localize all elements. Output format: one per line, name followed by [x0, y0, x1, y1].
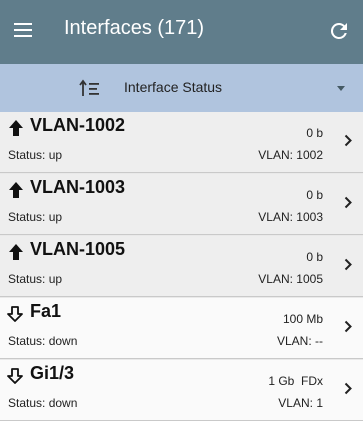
interface-rate: 0 b — [306, 188, 323, 202]
sort-bar[interactable]: Interface Status — [0, 64, 363, 112]
interface-name: VLAN-1002 — [30, 115, 126, 135]
interface-name: VLAN-1003 — [30, 177, 126, 197]
chevron-right-icon — [344, 382, 352, 395]
interface-status: Status: up — [8, 210, 63, 224]
interface-name: VLAN-1005 — [30, 239, 126, 259]
arrow-up-icon — [9, 120, 23, 136]
sort-icon — [79, 79, 99, 96]
menu-icon[interactable] — [14, 22, 32, 38]
interface-rate: 1 Gb FDx — [268, 374, 323, 388]
arrow-down-outline-icon — [7, 368, 23, 384]
interface-rate: 100 Mb — [282, 312, 323, 326]
list-item[interactable]: Gi1/3 Status: down 1 Gb FDx VLAN: 1 — [0, 360, 363, 421]
interface-vlan: VLAN: 1 — [278, 396, 323, 410]
interface-vlan: VLAN: 1003 — [258, 210, 323, 224]
interface-vlan: VLAN: 1005 — [258, 272, 323, 286]
arrow-up-icon — [9, 182, 23, 198]
list-item[interactable]: VLAN-1003 Status: up 0 b VLAN: 1003 — [0, 174, 363, 235]
sort-label: Interface Status — [124, 79, 223, 95]
arrow-down-outline-icon — [7, 306, 23, 322]
list-item[interactable]: Fa1 Status: down 100 Mb VLAN: -- — [0, 298, 363, 359]
interface-name: Gi1/3 — [30, 363, 75, 383]
interface-status: Status: up — [8, 148, 63, 162]
interface-name: Fa1 — [30, 301, 62, 321]
refresh-icon[interactable] — [327, 19, 351, 43]
arrow-up-icon — [9, 244, 23, 260]
interface-vlan: VLAN: 1002 — [258, 148, 323, 162]
chevron-right-icon — [344, 134, 352, 147]
interface-status: Status: down — [8, 396, 78, 410]
list-item[interactable]: VLAN-1005 Status: up 0 b VLAN: 1005 — [0, 236, 363, 297]
interface-rate: 0 b — [306, 250, 323, 264]
list-item[interactable]: VLAN-1002 Status: up 0 b VLAN: 1002 — [0, 112, 363, 173]
interface-status: Status: down — [8, 334, 78, 348]
interface-vlan: VLAN: -- — [276, 334, 323, 348]
interface-status: Status: up — [8, 272, 63, 286]
app-bar: Interfaces (171) — [0, 0, 363, 64]
chevron-right-icon — [344, 320, 352, 333]
dropdown-arrow-icon[interactable] — [337, 86, 345, 91]
interface-rate: 0 b — [306, 126, 323, 140]
page-title: Interfaces (171) — [64, 17, 205, 39]
chevron-right-icon — [344, 258, 352, 271]
chevron-right-icon — [344, 196, 352, 209]
